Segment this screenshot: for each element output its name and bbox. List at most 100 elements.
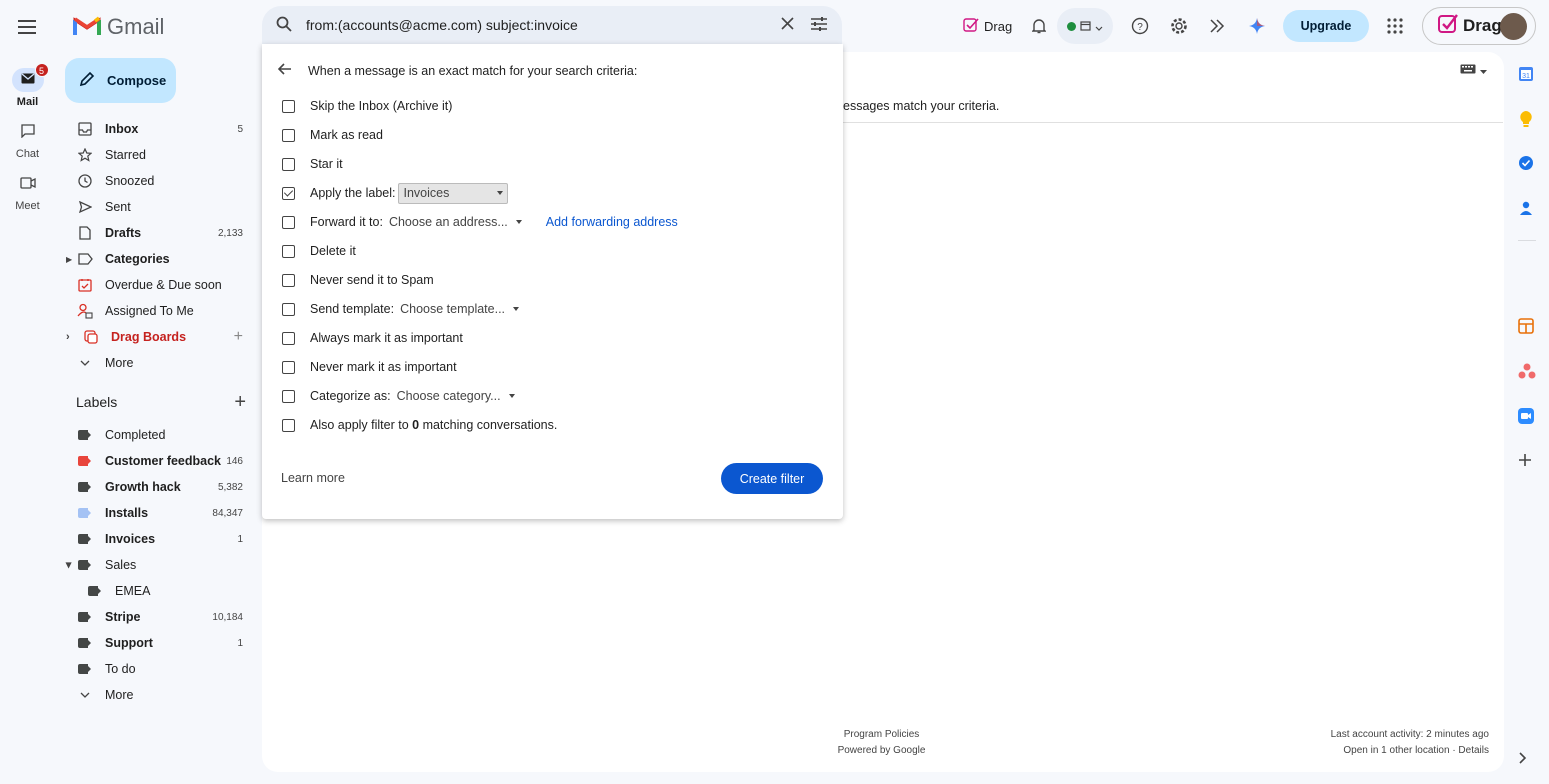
add-board-icon[interactable]: + — [234, 328, 243, 346]
sidebar-item-snoozed[interactable]: Snoozed — [65, 168, 255, 194]
option-send-template[interactable]: Send template: Choose template... — [282, 299, 520, 319]
label-name: Stripe — [105, 610, 141, 624]
option-categorize[interactable]: Categorize as: Choose category... — [282, 386, 515, 406]
checkbox[interactable] — [282, 273, 295, 287]
option-star-it[interactable]: Star it — [282, 154, 343, 174]
option-always-important[interactable]: Always mark it as important — [282, 328, 463, 348]
template-select[interactable]: Choose template... — [400, 302, 520, 316]
drag-toggle[interactable]: Drag — [963, 8, 1012, 44]
add-label-icon[interactable]: + — [234, 392, 246, 412]
category-select[interactable]: Choose category... — [397, 389, 515, 403]
option-label: Always mark it as important — [310, 331, 463, 345]
search-bar[interactable]: from:(accounts@acme.com) subject:invoice — [262, 6, 842, 44]
sidebar-more[interactable]: More — [65, 350, 255, 376]
asana-app-icon[interactable] — [1518, 363, 1536, 381]
option-skip-inbox[interactable]: Skip the Inbox (Archive it) — [282, 96, 452, 116]
sidebar-item-inbox[interactable]: Inbox 5 — [65, 116, 255, 142]
label-item-support[interactable]: Support 1 — [65, 630, 255, 656]
dashboard-app-icon[interactable] — [1518, 318, 1536, 336]
checkbox[interactable] — [282, 418, 295, 432]
checkbox[interactable] — [282, 215, 295, 229]
sidebar-nav: Inbox 5 Starred Snoozed Sent Drafts 2,13… — [65, 116, 255, 376]
add-forwarding-address-link[interactable]: Add forwarding address — [546, 215, 678, 229]
search-icon[interactable] — [276, 16, 292, 35]
status-selector[interactable] — [1057, 8, 1113, 44]
settings-gear-icon[interactable] — [1161, 8, 1197, 44]
clear-search-icon[interactable] — [781, 17, 794, 33]
checkbox[interactable] — [282, 99, 295, 113]
option-label: Categorize as: — [310, 389, 391, 403]
label-select[interactable]: Invoices — [398, 182, 509, 204]
option-apply-existing[interactable]: Also apply filter to 0 matching conversa… — [282, 415, 557, 435]
calendar-icon — [1080, 19, 1091, 34]
back-arrow-icon[interactable] — [277, 63, 292, 78]
checkbox[interactable] — [282, 244, 295, 258]
label-item-customer-feedback[interactable]: Customer feedback 146 — [65, 448, 255, 474]
open-other-location[interactable]: Open in 1 other location · Details — [1331, 743, 1489, 759]
label-item-emea[interactable]: EMEA — [65, 578, 255, 604]
sidebar-item-assigned[interactable]: Assigned To Me — [65, 298, 255, 324]
search-options-icon[interactable] — [810, 16, 828, 34]
checkbox[interactable] — [282, 389, 295, 403]
compose-button[interactable]: Compose — [65, 58, 176, 103]
label-item-growth-hack[interactable]: Growth hack 5,382 — [65, 474, 255, 500]
rail-meet[interactable]: Meet — [0, 172, 55, 212]
search-input[interactable]: from:(accounts@acme.com) subject:invoice — [306, 17, 781, 33]
sidebar-item-categories[interactable]: ▶ Categories — [65, 246, 255, 272]
expand-panel-icon[interactable] — [1518, 752, 1536, 770]
caret-down-icon[interactable]: ▶ — [65, 562, 74, 568]
calendar-app-icon[interactable]: 31 — [1518, 66, 1536, 84]
tasks-app-icon[interactable] — [1518, 155, 1536, 173]
sidebar-item-sent[interactable]: Sent — [65, 194, 255, 220]
caret-right-icon[interactable]: ▶ — [66, 255, 72, 264]
option-mark-read[interactable]: Mark as read — [282, 125, 383, 145]
learn-more-link[interactable]: Learn more — [281, 471, 345, 485]
label-item-sales[interactable]: ▶ Sales — [65, 552, 255, 578]
forward-address-select[interactable]: Choose an address... — [389, 215, 522, 229]
apps-script-icon[interactable] — [1199, 8, 1235, 44]
zoom-app-icon[interactable] — [1518, 408, 1536, 426]
label-name: Invoices — [105, 532, 156, 546]
keep-app-icon[interactable] — [1518, 110, 1536, 128]
sidebar-item-starred[interactable]: Starred — [65, 142, 255, 168]
option-delete[interactable]: Delete it — [282, 241, 356, 261]
labels-more[interactable]: More — [65, 682, 255, 708]
label-item-stripe[interactable]: Stripe 10,184 — [65, 604, 255, 630]
chevron-right-icon[interactable]: › — [66, 331, 70, 343]
sidebar-item-overdue[interactable]: Overdue & Due soon — [65, 272, 255, 298]
label-item-todo[interactable]: To do — [65, 656, 255, 682]
template-select-value: Choose template... — [400, 302, 506, 316]
account-switcher[interactable]: Drag — [1422, 7, 1536, 45]
checkbox[interactable] — [282, 360, 295, 374]
rail-mail[interactable]: 5 Mail — [0, 63, 55, 108]
create-filter-button[interactable]: Create filter — [721, 463, 823, 494]
sidebar-item-drafts[interactable]: Drafts 2,133 — [65, 220, 255, 246]
checkbox[interactable] — [282, 157, 295, 171]
option-never-important[interactable]: Never mark it as important — [282, 357, 457, 377]
rail-chat[interactable]: Chat — [0, 120, 55, 160]
option-never-spam[interactable]: Never send it to Spam — [282, 270, 434, 290]
checkbox-checked[interactable] — [282, 186, 295, 200]
upgrade-button[interactable]: Upgrade — [1283, 10, 1369, 42]
main-menu-icon[interactable] — [14, 14, 40, 40]
checkbox[interactable] — [282, 302, 295, 316]
add-app-icon[interactable] — [1518, 453, 1536, 471]
help-icon[interactable]: ? — [1122, 8, 1158, 44]
label-item-completed[interactable]: Completed — [65, 422, 255, 448]
input-tools[interactable] — [1460, 64, 1487, 77]
checkbox[interactable] — [282, 331, 295, 345]
gemini-sparkle-icon[interactable] — [1239, 8, 1275, 44]
option-label: Apply the label: — [310, 186, 396, 200]
label-item-invoices[interactable]: Invoices 1 — [65, 526, 255, 552]
avatar[interactable] — [1500, 13, 1527, 40]
notifications-bell-icon[interactable] — [1021, 8, 1057, 44]
sidebar-item-drag-boards[interactable]: › Drag Boards + — [65, 324, 255, 350]
contacts-app-icon[interactable] — [1518, 200, 1536, 218]
option-forward[interactable]: Forward it to: Choose an address... Add … — [282, 212, 678, 232]
program-policies-link[interactable]: Program Policies — [820, 727, 943, 743]
option-apply-label[interactable]: Apply the label: Invoices — [282, 182, 509, 204]
gmail-logo[interactable]: Gmail — [73, 14, 164, 40]
checkbox[interactable] — [282, 128, 295, 142]
google-apps-grid-icon[interactable] — [1377, 8, 1413, 44]
label-item-installs[interactable]: Installs 84,347 — [65, 500, 255, 526]
